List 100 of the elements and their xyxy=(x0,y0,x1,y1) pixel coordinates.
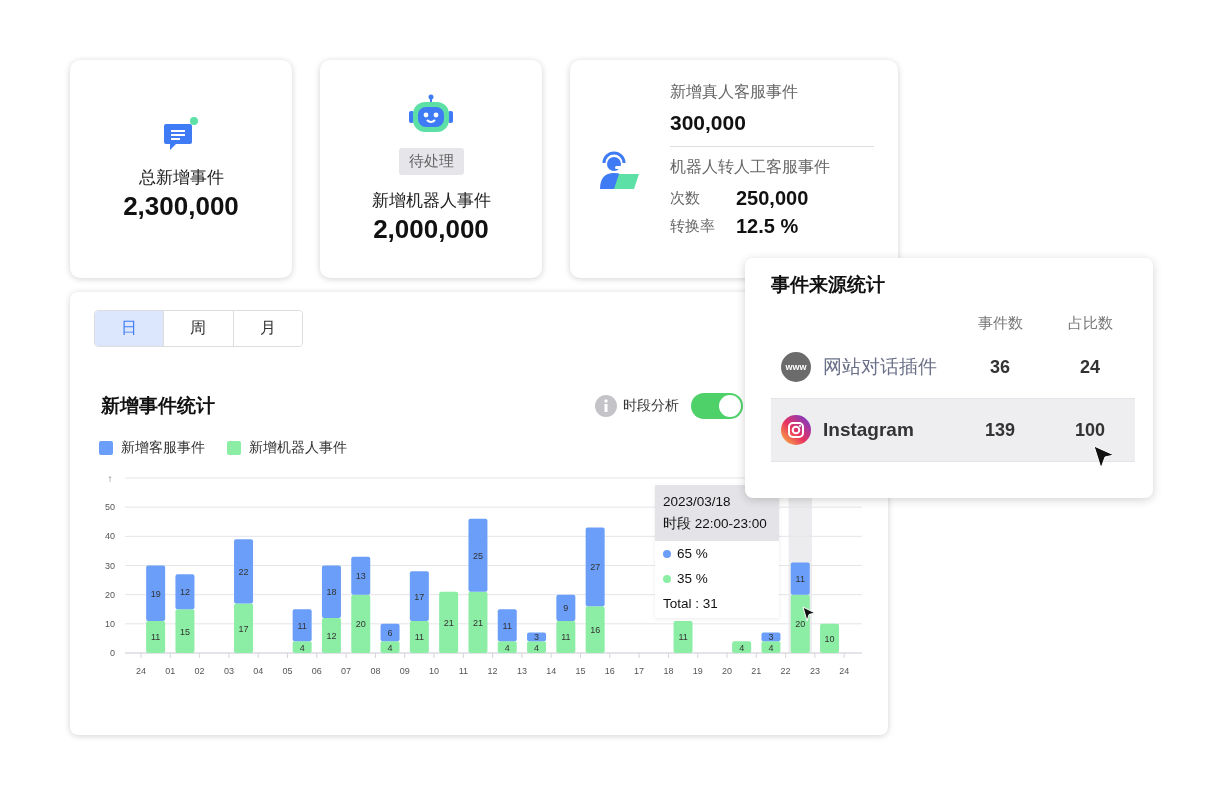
bar-value: 12 xyxy=(326,631,337,641)
bar-value: 9 xyxy=(563,603,569,614)
axis-label: 22 xyxy=(780,666,791,676)
toggle-switch[interactable] xyxy=(691,393,743,419)
bar-value: 13 xyxy=(355,571,366,582)
axis-arrow: ↑ xyxy=(107,473,113,484)
metric-value: 250,000 xyxy=(736,186,809,210)
source-name: Instagram xyxy=(823,419,914,441)
event-count: 36 xyxy=(989,356,1011,378)
info-icon xyxy=(595,395,617,417)
axis-label: 23 xyxy=(809,666,820,676)
bar-value: 19 xyxy=(150,588,161,599)
axis-label: 13 xyxy=(516,666,527,676)
axis-label: 0 xyxy=(110,648,115,658)
axis-label: 03 xyxy=(223,666,234,676)
axis-label: 11 xyxy=(458,666,468,676)
axis-label: 05 xyxy=(282,666,293,676)
bar-value: 21 xyxy=(472,617,483,628)
camera-icon xyxy=(781,415,811,445)
bar-value: 15 xyxy=(179,626,190,637)
axis-label: 08 xyxy=(370,666,381,676)
metric-label: 次数 xyxy=(670,188,701,208)
popup-title: 事件来源统计 xyxy=(771,273,886,297)
axis-label: 24 xyxy=(839,666,850,676)
bar-value: 20 xyxy=(355,619,366,630)
bar-value: 4 xyxy=(504,642,510,653)
bar-value: 21 xyxy=(443,617,454,628)
axis-label: 30 xyxy=(105,560,115,571)
bar-value: 22 xyxy=(238,566,249,577)
bar-value: 4 xyxy=(387,642,393,653)
card-label: 总新增事件 xyxy=(138,167,224,189)
robot-icon xyxy=(407,93,455,134)
bar-value: 10 xyxy=(824,633,835,644)
axis-label: 02 xyxy=(194,666,205,676)
event-count: 139 xyxy=(983,419,1016,441)
bar-value: 17 xyxy=(238,623,249,634)
tooltip-value: 35 % xyxy=(677,571,708,586)
cursor-icon xyxy=(1093,445,1115,469)
card-value: 2,300,000 xyxy=(123,191,239,222)
axis-label: 50 xyxy=(105,502,115,513)
bar-value: 16 xyxy=(590,625,601,636)
bar-value: 17 xyxy=(414,591,425,602)
axis-label: 09 xyxy=(399,666,410,676)
axis-label: 40 xyxy=(105,531,115,542)
globe-badge-icon: www xyxy=(781,352,811,382)
share-count: 100 xyxy=(1073,419,1106,441)
tooltip-date: 2023/03/18 xyxy=(663,493,732,511)
card-label: 新增真人客服事件 xyxy=(670,82,799,102)
bar-value: 18 xyxy=(326,587,337,598)
axis-label: 06 xyxy=(311,666,322,676)
status-badge: 待处理 xyxy=(398,147,464,175)
axis-label: 17 xyxy=(634,666,645,676)
source-row[interactable]: Instagram 139 100 xyxy=(771,399,1135,462)
axis-label: 10 xyxy=(105,618,115,629)
axis-label: 18 xyxy=(663,666,674,676)
axis-label: 15 xyxy=(575,666,586,676)
bar-value: 4 xyxy=(739,642,745,653)
period-tab[interactable]: 月 xyxy=(232,311,302,346)
axis-label: 07 xyxy=(341,666,352,676)
axis-label: 04 xyxy=(253,666,264,676)
toggle-label: 时段分析 xyxy=(623,397,679,415)
tooltip-period: 时段 22:00-23:00 xyxy=(663,515,768,533)
tooltip-value: 65 % xyxy=(677,546,708,561)
bar-value: 25 xyxy=(472,550,483,561)
bar-value: 12 xyxy=(179,587,190,598)
axis-label: 10 xyxy=(429,666,439,676)
bar-value: 3 xyxy=(534,632,540,643)
tooltip-total: Total : 31 xyxy=(662,595,719,613)
bar-value: 11 xyxy=(502,620,512,631)
axis-label: 20 xyxy=(105,589,115,600)
axis-label: 14 xyxy=(546,666,557,676)
metric-value: 12.5 % xyxy=(736,214,799,238)
bar-value: 11 xyxy=(414,632,424,643)
bar-value: 4 xyxy=(768,642,774,653)
axis-label: 21 xyxy=(751,666,762,676)
chat-bubble-icon xyxy=(163,116,199,152)
source-name: 网站对话插件 xyxy=(823,355,937,379)
axis-label: 01 xyxy=(165,666,176,676)
chart-title: 新增事件统计 xyxy=(101,394,215,418)
share-count: 24 xyxy=(1079,356,1101,378)
bar-value: 20 xyxy=(795,619,806,630)
cursor-icon xyxy=(802,606,816,622)
bar-value: 11 xyxy=(678,632,688,643)
bar-value: 6 xyxy=(387,628,393,639)
legend-label: 新增客服事件 xyxy=(121,439,205,457)
column-header: 事件数 xyxy=(976,313,1024,333)
bar-value: 11 xyxy=(561,632,571,643)
support-agent-icon xyxy=(598,150,640,190)
card-value: 300,000 xyxy=(670,111,874,147)
bar-value: 11 xyxy=(151,632,161,643)
card-label: 新增机器人事件 xyxy=(371,189,491,212)
legend-label: 新增机器人事件 xyxy=(249,439,347,457)
column-header: 占比数 xyxy=(1066,313,1114,333)
axis-label: 16 xyxy=(604,666,615,676)
bar-value: 4 xyxy=(534,642,540,653)
card-label: 机器人转人工客服事件 xyxy=(670,157,831,177)
axis-label: 19 xyxy=(692,666,703,676)
axis-label: 12 xyxy=(487,666,498,676)
axis-label: 20 xyxy=(722,666,732,676)
bar-value: 27 xyxy=(590,562,601,573)
